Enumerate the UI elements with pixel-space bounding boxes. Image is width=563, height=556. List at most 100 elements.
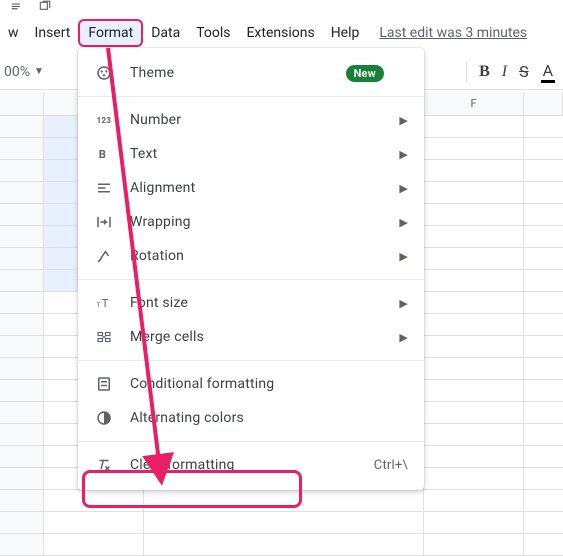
menu-alternating-colors[interactable]: Alternating colors [78, 401, 424, 435]
menu-conditional-formatting[interactable]: Conditional formatting [78, 367, 424, 401]
row-header[interactable] [0, 292, 44, 314]
column-header-g[interactable] [524, 92, 563, 115]
cell[interactable] [424, 138, 524, 160]
cell[interactable] [524, 248, 563, 270]
menu-view[interactable]: w [0, 21, 27, 45]
row-header[interactable] [0, 160, 44, 182]
menu-tools[interactable]: Tools [188, 21, 238, 45]
row-header[interactable] [0, 314, 44, 336]
menu-rotation[interactable]: Rotation ▶ [78, 239, 424, 273]
menu-help[interactable]: Help [323, 21, 368, 45]
cell[interactable] [524, 380, 563, 402]
cell[interactable] [524, 512, 563, 534]
menu-alignment[interactable]: Alignment ▶ [78, 171, 424, 205]
menu-text[interactable]: B Text ▶ [78, 137, 424, 171]
strikethrough-button[interactable]: S [519, 62, 529, 81]
menu-number-label: Number [130, 112, 181, 128]
row-header[interactable] [0, 468, 44, 490]
row-header[interactable] [0, 182, 44, 204]
cell[interactable] [44, 512, 144, 534]
row-header[interactable] [0, 226, 44, 248]
cell[interactable] [424, 490, 524, 512]
cell[interactable] [424, 512, 524, 534]
star-icon[interactable] [8, 0, 26, 18]
italic-button[interactable]: I [502, 63, 507, 81]
cell[interactable] [524, 292, 563, 314]
cell[interactable] [44, 490, 144, 512]
row-header[interactable] [0, 490, 44, 512]
zoom-selector[interactable]: 00% ▼ [4, 64, 44, 80]
cell[interactable] [424, 160, 524, 182]
menu-extensions[interactable]: Extensions [238, 21, 322, 45]
cell[interactable] [524, 402, 563, 424]
menu-wrapping[interactable]: Wrapping ▶ [78, 205, 424, 239]
cell[interactable] [524, 160, 563, 182]
cell[interactable] [524, 182, 563, 204]
cell[interactable] [524, 116, 563, 138]
menu-insert[interactable]: Insert [27, 21, 79, 45]
row-header[interactable] [0, 116, 44, 138]
cell[interactable] [524, 314, 563, 336]
rotation-icon [94, 246, 114, 266]
cell[interactable] [424, 468, 524, 490]
cell[interactable] [424, 358, 524, 380]
menu-clear-formatting[interactable]: Clear formatting Ctrl+\ [78, 448, 424, 482]
menu-number[interactable]: 123 Number ▶ [78, 103, 424, 137]
row-header[interactable] [0, 270, 44, 292]
cell[interactable] [524, 424, 563, 446]
select-all-corner[interactable] [0, 92, 44, 115]
cell[interactable] [524, 204, 563, 226]
row-header[interactable] [0, 402, 44, 424]
cell[interactable] [524, 468, 563, 490]
row-header[interactable] [0, 424, 44, 446]
cell[interactable] [144, 534, 424, 556]
cell[interactable] [424, 314, 524, 336]
cell[interactable] [424, 248, 524, 270]
text-color-button[interactable]: A [541, 61, 555, 83]
row-header[interactable] [0, 512, 44, 534]
row-header[interactable] [0, 138, 44, 160]
chevron-right-icon: ▶ [399, 297, 408, 310]
menu-data[interactable]: Data [143, 21, 188, 45]
menu-mergecells[interactable]: Merge cells ▶ [78, 320, 424, 354]
column-header-f[interactable]: F [424, 92, 524, 115]
cell[interactable] [524, 490, 563, 512]
cell[interactable] [424, 270, 524, 292]
cell[interactable] [424, 292, 524, 314]
cell[interactable] [424, 336, 524, 358]
last-edit-link[interactable]: Last edit was 3 minutes [379, 25, 527, 41]
row-header[interactable] [0, 336, 44, 358]
cell[interactable] [424, 534, 524, 556]
row-header[interactable] [0, 358, 44, 380]
cell[interactable] [424, 182, 524, 204]
cell[interactable] [524, 226, 563, 248]
row-header[interactable] [0, 248, 44, 270]
cell[interactable] [524, 270, 563, 292]
cell[interactable] [524, 138, 563, 160]
cell[interactable] [524, 534, 563, 556]
cell[interactable] [424, 402, 524, 424]
clear-formatting-icon [94, 455, 114, 475]
cell[interactable] [524, 358, 563, 380]
cell[interactable] [424, 204, 524, 226]
cell[interactable] [424, 226, 524, 248]
menu-theme[interactable]: Theme New [78, 56, 424, 90]
alternating-icon [94, 408, 114, 428]
cell[interactable] [144, 490, 424, 512]
bold-button[interactable]: B [479, 63, 490, 81]
cell[interactable] [44, 534, 144, 556]
cell[interactable] [424, 446, 524, 468]
cell[interactable] [424, 116, 524, 138]
cell[interactable] [524, 336, 563, 358]
cell[interactable] [524, 446, 563, 468]
row-header[interactable] [0, 204, 44, 226]
menu-fontsize[interactable]: TT Font size ▶ [78, 286, 424, 320]
cell[interactable] [424, 424, 524, 446]
menu-format[interactable]: Format [78, 19, 143, 47]
row-header[interactable] [0, 446, 44, 468]
cell[interactable] [144, 512, 424, 534]
row-header[interactable] [0, 380, 44, 402]
row-header[interactable] [0, 534, 44, 556]
move-icon[interactable] [36, 0, 54, 18]
cell[interactable] [424, 380, 524, 402]
